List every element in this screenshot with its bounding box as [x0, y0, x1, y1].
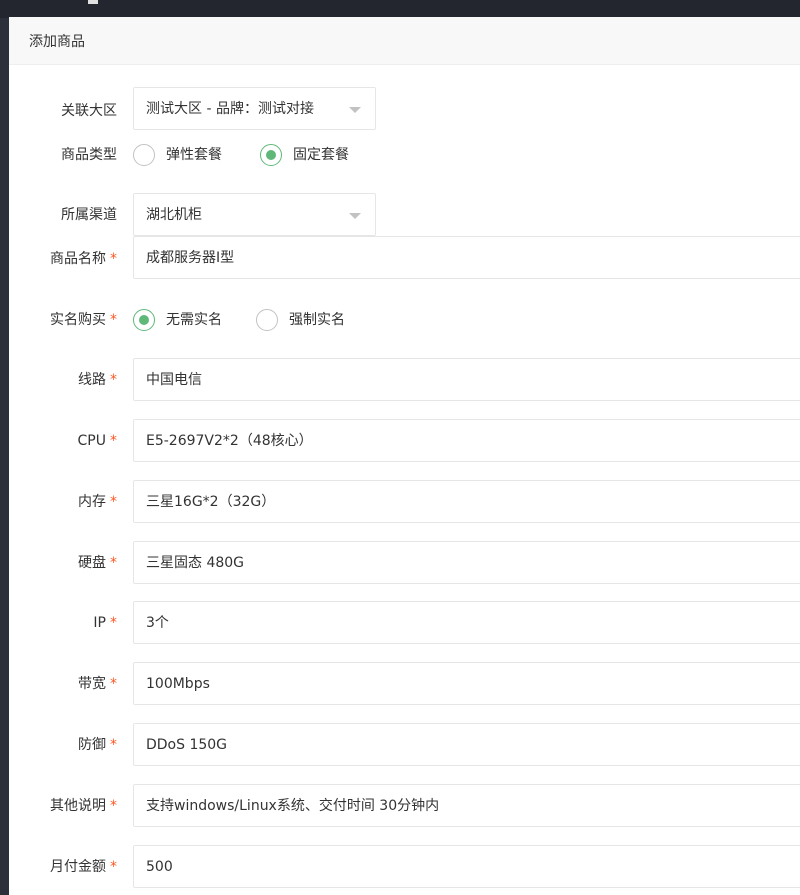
memory-input[interactable]: 三星16G*2（32G）: [133, 480, 800, 523]
notes-label: 其他说明 *: [50, 798, 117, 814]
product-type-label: 商品类型: [61, 147, 117, 163]
notes-input[interactable]: 支持windows/Linux系统、交付时间 30分钟内: [133, 784, 800, 827]
defense-value: DDoS 150G: [146, 737, 228, 753]
channel-select[interactable]: 湖北机柜: [133, 193, 376, 236]
radio-fixed-plan[interactable]: 固定套餐: [260, 143, 370, 167]
real-name-label: 实名购买 *: [50, 312, 117, 328]
memory-label: 内存 *: [78, 494, 117, 510]
radio-label: 弹性套餐: [166, 147, 222, 163]
radio-label: 固定套餐: [293, 147, 349, 163]
product-name-label: 商品名称 *: [50, 251, 117, 267]
chevron-down-icon: [349, 213, 361, 219]
required-mark: *: [110, 737, 117, 753]
required-mark: *: [110, 433, 117, 449]
bandwidth-input[interactable]: 100Mbps: [133, 662, 800, 705]
ip-label: IP *: [93, 615, 117, 631]
disk-value: 三星固态 480G: [146, 555, 245, 571]
radio-checked-icon: [260, 144, 282, 166]
region-select-value: 测试大区 - 品牌：测试对接: [146, 101, 314, 117]
product-name-input[interactable]: 成都服务器I型: [133, 236, 800, 279]
cpu-input[interactable]: E5-2697V2*2（48核心）: [133, 419, 800, 462]
cpu-value: E5-2697V2*2（48核心）: [146, 433, 313, 449]
required-mark: *: [110, 859, 117, 875]
notes-value: 支持windows/Linux系统、交付时间 30分钟内: [146, 798, 440, 814]
radio-no-real-name[interactable]: 无需实名: [133, 308, 243, 332]
required-mark: *: [110, 312, 117, 328]
disk-input[interactable]: 三星固态 480G: [133, 541, 800, 584]
ip-value: 3个: [146, 615, 169, 631]
monthly-price-value: 500: [146, 859, 173, 875]
monthly-price-input[interactable]: 500: [133, 845, 800, 888]
radio-label: 无需实名: [166, 312, 222, 328]
real-name-radio-group: 无需实名 强制实名: [133, 308, 393, 332]
channel-label: 所属渠道: [61, 207, 117, 223]
product-name-value: 成都服务器I型: [146, 250, 235, 266]
required-mark: *: [110, 251, 117, 267]
line-value: 中国电信: [146, 372, 202, 388]
radio-circle-icon: [133, 144, 155, 166]
region-label: 关联大区: [61, 103, 117, 119]
backdrop-top-bar: [0, 0, 800, 18]
radio-circle-icon: [256, 309, 278, 331]
channel-select-value: 湖北机柜: [146, 207, 202, 223]
dialog-title: 添加商品: [29, 34, 85, 50]
defense-label: 防御 *: [78, 737, 117, 753]
required-mark: *: [110, 676, 117, 692]
radio-force-real-name[interactable]: 强制实名: [256, 308, 366, 332]
ip-input[interactable]: 3个: [133, 601, 800, 644]
required-mark: *: [110, 372, 117, 388]
memory-value: 三星16G*2（32G）: [146, 494, 276, 510]
radio-label: 强制实名: [289, 312, 345, 328]
line-input[interactable]: 中国电信: [133, 358, 800, 401]
bandwidth-label: 带宽 *: [78, 676, 117, 692]
monthly-price-label: 月付金额 *: [50, 859, 117, 875]
radio-checked-icon: [133, 309, 155, 331]
defense-input[interactable]: DDoS 150G: [133, 723, 800, 766]
disk-label: 硬盘 *: [78, 555, 117, 571]
required-mark: *: [110, 615, 117, 631]
backdrop-menu-icon: [88, 0, 98, 4]
required-mark: *: [110, 798, 117, 814]
required-mark: *: [110, 555, 117, 571]
dialog-header: 添加商品: [9, 17, 800, 65]
required-mark: *: [110, 494, 117, 510]
product-type-radio-group: 弹性套餐 固定套餐: [133, 143, 393, 167]
add-product-dialog: 添加商品 关联大区 测试大区 - 品牌：测试对接 商品类型 弹性套餐 固定套餐 …: [9, 17, 800, 895]
cpu-label: CPU *: [77, 433, 117, 449]
region-select[interactable]: 测试大区 - 品牌：测试对接: [133, 87, 376, 130]
chevron-down-icon: [349, 107, 361, 113]
line-label: 线路 *: [78, 372, 117, 388]
radio-elastic-plan[interactable]: 弹性套餐: [133, 143, 243, 167]
bandwidth-value: 100Mbps: [146, 676, 210, 692]
